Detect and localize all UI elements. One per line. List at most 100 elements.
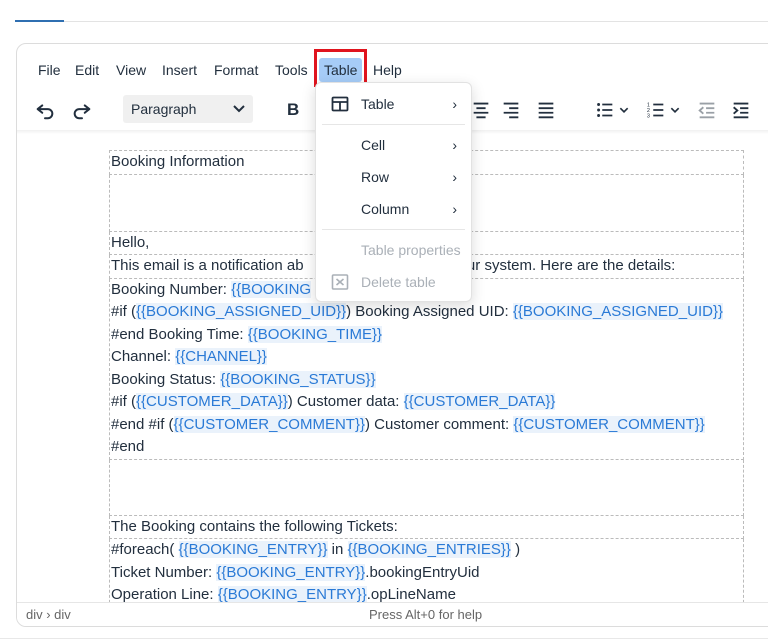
text-segment: Ticket Number: [111, 563, 217, 581]
template-tag: {{BOOKING_STATUS}} [220, 370, 376, 388]
details-cell[interactable]: Booking Number: {{BOOKING #if ({{BOOKING… [109, 277, 744, 460]
menu-item-table[interactable]: Table › [316, 90, 471, 118]
text-segment: #end Booking Time: [111, 325, 248, 343]
booking-time-line: #end Booking Time: {{BOOKING_TIME}} [111, 324, 743, 347]
ticket-number-line: Ticket Number: {{BOOKING_ENTRY}}.booking… [111, 562, 743, 585]
menu-item-label: Cell [361, 137, 386, 153]
assigned-uid-line: #if ({{BOOKING_ASSIGNED_UID}}) Booking A… [111, 301, 743, 324]
menu-file[interactable]: File [33, 58, 66, 82]
bullet-list-icon[interactable] [592, 96, 618, 124]
chevron-right-icon: › [452, 137, 457, 153]
status-bar: div › div Press Alt+0 for help [17, 602, 768, 626]
menu-tools[interactable]: Tools [270, 58, 313, 82]
element-path[interactable]: div › div [26, 603, 71, 626]
menu-separator [322, 229, 465, 230]
notification-tail: our system. Here are the details: [458, 257, 676, 274]
bold-button[interactable]: B [287, 96, 299, 124]
table-row: Booking Number: {{BOOKING #if ({{BOOKING… [109, 277, 744, 460]
template-tag: {{CHANNEL}} [175, 348, 267, 365]
text-segment: Operation Line: [111, 586, 218, 602]
text-segment: Booking Status: [111, 370, 221, 388]
svg-text:3: 3 [647, 113, 650, 119]
template-tag: {{BOOKING_ENTRY}} [216, 563, 366, 581]
menu-edit[interactable]: Edit [70, 58, 104, 82]
text-segment: #foreach( [111, 541, 179, 558]
empty-cell[interactable] [109, 458, 744, 516]
page-divider [0, 638, 768, 639]
menu-insert[interactable]: Insert [157, 58, 202, 82]
text-segment: .opLineName [366, 586, 456, 602]
menu-item-label: Table [361, 96, 395, 112]
booking-status-line: Booking Status: {{BOOKING_STATUS}} [111, 369, 743, 392]
bullet-list-dropdown-icon[interactable] [617, 96, 631, 124]
menu-item-column[interactable]: Column › [316, 195, 471, 223]
menu-help[interactable]: Help [368, 58, 407, 82]
table-icon [331, 96, 349, 112]
foreach-line: #foreach( {{BOOKING_ENTRY}} in {{BOOKING… [111, 539, 743, 562]
chevron-right-icon: › [452, 201, 457, 217]
menu-item-label: Row [361, 169, 390, 185]
active-tab-indicator [15, 20, 64, 22]
menu-item-row[interactable]: Row › [316, 163, 471, 191]
end-line: #end [111, 438, 145, 455]
template-tag: {{BOOKING_ENTRY}} [178, 541, 328, 558]
operation-line-line: Operation Line: {{BOOKING_ENTRY}}.opLine… [111, 584, 743, 602]
template-tag: {{BOOKING_ENTRY}} [217, 586, 367, 602]
menu-view[interactable]: View [111, 58, 151, 82]
template-tag: {{CUSTOMER_COMMENT}} [513, 415, 705, 433]
customer-data-line: #if ({{CUSTOMER_DATA}}) Customer data: {… [111, 391, 743, 414]
text-segment: #if ( [111, 303, 137, 320]
menu-item-label: Delete table [361, 274, 436, 290]
notification-text: This email is a notification ab [111, 257, 304, 274]
table-row [109, 458, 744, 516]
indent-icon[interactable] [728, 96, 754, 124]
customer-comment-line: #end #if ({{CUSTOMER_COMMENT}}) Customer… [111, 414, 743, 437]
template-tag: {{BOOKING_ASSIGNED_UID}} [512, 303, 723, 320]
channel-line: Channel: {{CHANNEL}} [111, 346, 743, 369]
menu-item-label: Column [361, 201, 410, 217]
template-tag: {{BOOKING_ENTRIES}} [347, 541, 511, 558]
numbered-list-icon[interactable]: 123 [643, 96, 669, 124]
text-segment: ) Customer data: [287, 393, 404, 410]
text-segment: in [327, 541, 348, 558]
template-tag: {{CUSTOMER_DATA}} [403, 393, 556, 410]
text-segment: ) Booking Assigned UID: [346, 303, 513, 320]
help-hint: Press Alt+0 for help [369, 607, 483, 622]
redo-icon[interactable] [69, 96, 95, 124]
chevron-right-icon: › [452, 96, 457, 112]
menu-item-label: Table properties [361, 242, 461, 258]
tickets-cell[interactable]: #foreach( {{BOOKING_ENTRY}} in {{BOOKING… [109, 538, 744, 602]
text-segment: Channel: [111, 348, 176, 365]
menu-item-delete-table[interactable]: Delete table [316, 268, 471, 296]
table-row: #foreach( {{BOOKING_ENTRY}} in {{BOOKING… [109, 538, 744, 602]
table-row: The Booking contains the following Ticke… [109, 514, 744, 539]
text-segment: ) Customer comment: [364, 415, 514, 433]
menu-separator [322, 124, 465, 125]
block-format-value: Paragraph [131, 101, 197, 117]
template-tag: {{BOOKING [231, 280, 312, 298]
align-right-icon[interactable] [498, 96, 524, 124]
numbered-list-dropdown-icon[interactable] [668, 96, 682, 124]
text-segment: ) [510, 541, 521, 558]
text-segment: #if ( [111, 393, 137, 410]
tab-divider [64, 21, 768, 22]
align-justify-icon[interactable] [533, 96, 559, 124]
outdent-icon[interactable] [694, 96, 720, 124]
delete-table-icon [331, 274, 349, 290]
template-tag: {{BOOKING_ASSIGNED_UID}} [136, 303, 347, 320]
chevron-down-icon [233, 95, 245, 132]
template-tag: {{CUSTOMER_DATA}} [136, 393, 288, 410]
tickets-heading[interactable]: The Booking contains the following Ticke… [109, 514, 744, 539]
text-segment: .bookingEntryUid [365, 563, 480, 581]
chevron-right-icon: › [452, 169, 457, 185]
table-menu-dropdown: Table › Cell › Row › Column › Table prop… [315, 82, 472, 302]
menu-item-cell[interactable]: Cell › [316, 131, 471, 159]
menu-item-table-properties[interactable]: Table properties [316, 236, 471, 264]
undo-icon[interactable] [32, 96, 58, 124]
menu-table[interactable]: Table [319, 58, 363, 82]
text-segment: #end #if ( [111, 415, 174, 433]
block-format-select[interactable]: Paragraph [123, 95, 253, 123]
template-tag: {{BOOKING_TIME}} [247, 325, 382, 343]
menu-format[interactable]: Format [209, 58, 263, 82]
template-tag: {{CUSTOMER_COMMENT}} [173, 415, 365, 433]
